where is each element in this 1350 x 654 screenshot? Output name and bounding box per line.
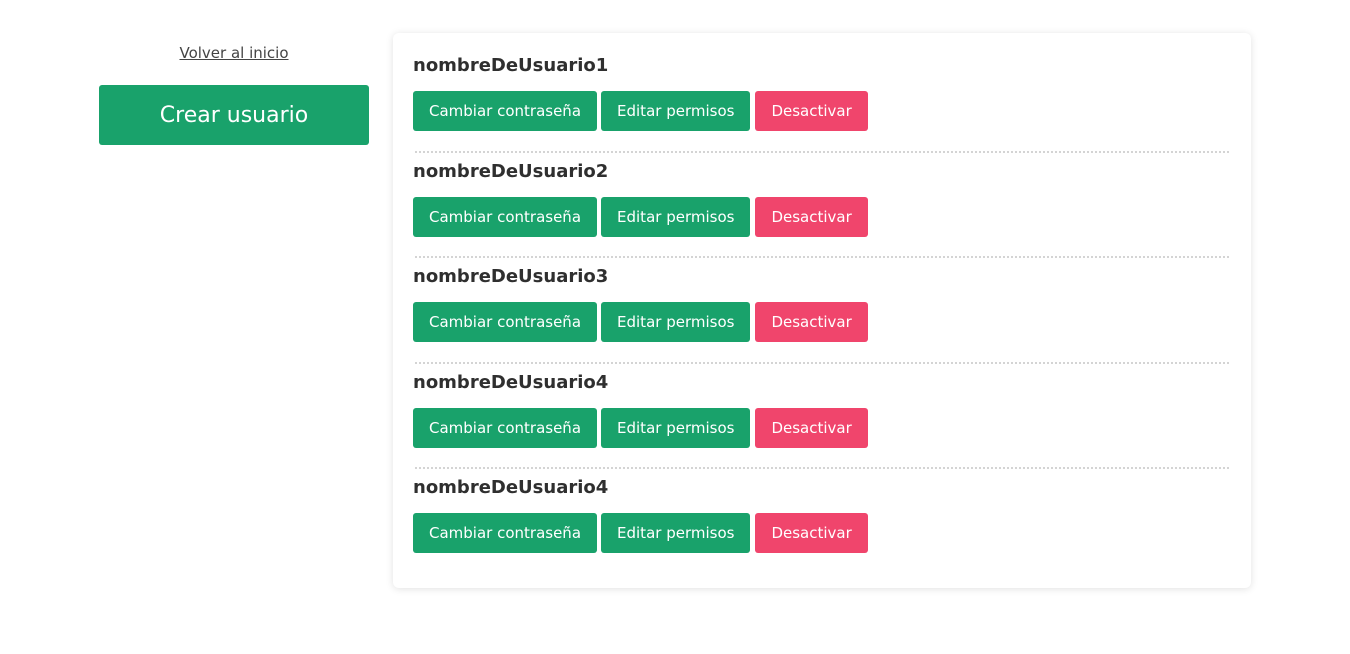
username: nombreDeUsuario1 — [413, 55, 609, 76]
user-actions: Cambiar contraseña Editar permisos Desac… — [413, 302, 1231, 342]
user-row: nombreDeUsuario3 Cambiar contraseña Edit… — [413, 256, 1231, 370]
user-row: nombreDeUsuario1 Cambiar contraseña Edit… — [413, 53, 1231, 159]
deactivate-button[interactable]: Desactivar — [755, 407, 868, 448]
user-actions: Cambiar contraseña Editar permisos Desac… — [413, 196, 1231, 237]
back-to-home-link[interactable]: Volver al inicio — [179, 44, 288, 62]
deactivate-button[interactable]: Desactivar — [755, 91, 868, 131]
user-actions: Cambiar contraseña Editar permisos Desac… — [413, 513, 1231, 553]
change-password-button[interactable]: Cambiar contraseña — [413, 407, 598, 448]
change-password-button[interactable]: Cambiar contraseña — [413, 302, 598, 342]
user-row: nombreDeUsuario4 Cambiar contraseña Edit… — [413, 467, 1231, 581]
user-actions: Cambiar contraseña Editar permisos Desac… — [413, 91, 1231, 131]
edit-permissions-button[interactable]: Editar permisos — [601, 196, 751, 237]
username: nombreDeUsuario2 — [413, 160, 609, 182]
user-list-card: nombreDeUsuario1 Cambiar contraseña Edit… — [393, 33, 1251, 588]
edit-permissions-button[interactable]: Editar permisos — [601, 91, 751, 131]
create-user-button[interactable]: Crear usuario — [99, 85, 369, 145]
sidebar: Volver al inicio Crear usuario — [99, 40, 369, 145]
change-password-button[interactable]: Cambiar contraseña — [413, 513, 598, 553]
user-row: nombreDeUsuario4 Cambiar contraseña Edit… — [413, 361, 1231, 476]
username: nombreDeUsuario4 — [413, 371, 609, 393]
deactivate-button[interactable]: Desactivar — [755, 196, 868, 237]
user-row: nombreDeUsuario2 Cambiar contraseña Edit… — [413, 150, 1231, 265]
deactivate-button[interactable]: Desactivar — [755, 302, 868, 342]
username: nombreDeUsuario4 — [413, 477, 609, 498]
change-password-button[interactable]: Cambiar contraseña — [413, 91, 598, 131]
edit-permissions-button[interactable]: Editar permisos — [601, 513, 751, 553]
user-actions: Cambiar contraseña Editar permisos Desac… — [413, 407, 1231, 448]
username: nombreDeUsuario3 — [413, 266, 609, 287]
deactivate-button[interactable]: Desactivar — [755, 513, 868, 553]
change-password-button[interactable]: Cambiar contraseña — [413, 196, 598, 237]
edit-permissions-button[interactable]: Editar permisos — [601, 302, 751, 342]
edit-permissions-button[interactable]: Editar permisos — [601, 407, 751, 448]
